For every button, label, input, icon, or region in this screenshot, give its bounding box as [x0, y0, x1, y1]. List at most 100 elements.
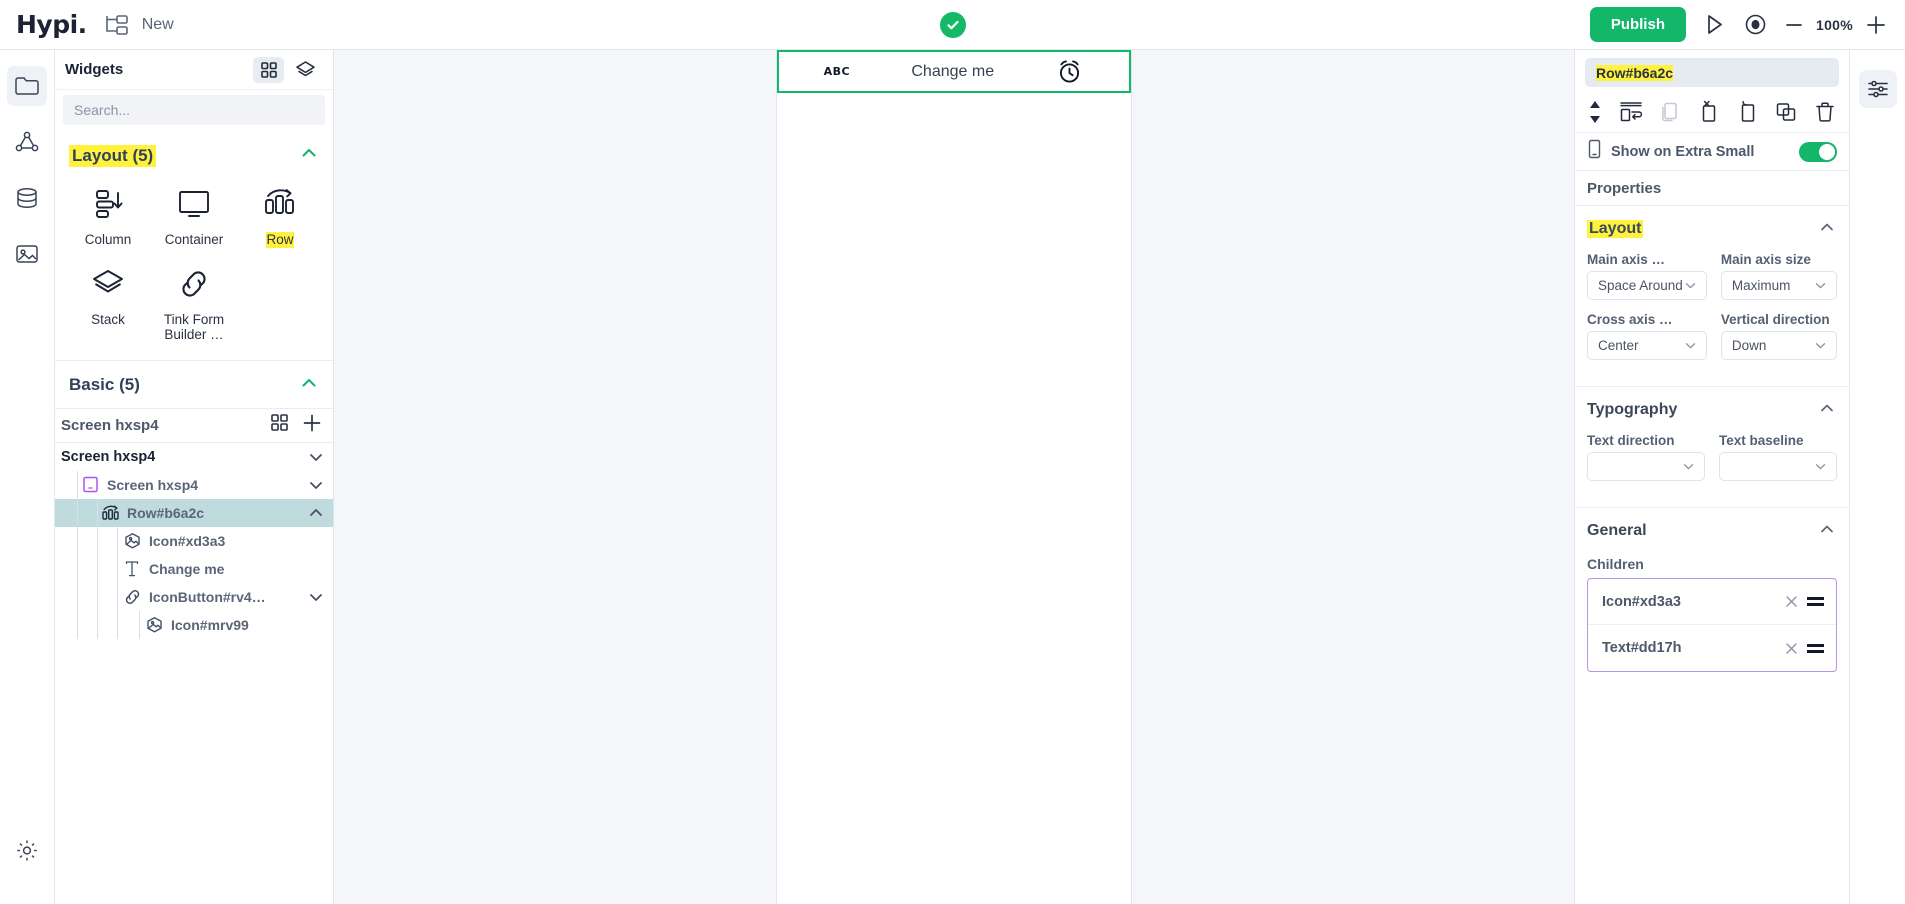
row-layout-icon — [99, 504, 121, 522]
child-row-text[interactable]: Text#dd17h — [1588, 625, 1836, 671]
close-icon[interactable] — [1784, 641, 1799, 656]
widget-item-tink-form-builder[interactable]: Tink Form Builder … — [151, 258, 237, 346]
chevron-down-icon[interactable] — [307, 476, 325, 494]
widget-label-column: Column — [84, 232, 132, 247]
section-header-layout[interactable]: Layout — [1575, 206, 1849, 252]
chevron-up-icon[interactable] — [307, 504, 325, 522]
drag-handle-icon[interactable] — [1807, 597, 1824, 606]
child-row-icon[interactable]: Icon#xd3a3 — [1588, 579, 1836, 625]
tree-node-change-me[interactable]: Change me — [55, 554, 333, 583]
rail-item-folder[interactable] — [7, 66, 47, 106]
vertical-direction-select[interactable]: Down — [1720, 331, 1837, 360]
paste-icon[interactable] — [1736, 100, 1760, 124]
main-body: Widgets Search... Layout (5) Column Cont… — [0, 50, 1905, 904]
duplicate-icon[interactable] — [1774, 100, 1798, 124]
layer-tree-title: Screen hxsp4 — [61, 416, 159, 434]
section-header-general[interactable]: General — [1575, 508, 1849, 554]
move-updown-icon[interactable] — [1587, 98, 1603, 126]
category-header-basic[interactable]: Basic (5) — [55, 361, 333, 408]
select-value: Center — [1598, 338, 1639, 353]
delete-trash-icon[interactable] — [1813, 100, 1837, 124]
chevron-up-icon[interactable] — [299, 143, 319, 168]
brand-logo[interactable]: Hypi. — [16, 10, 87, 39]
canvas-area[interactable]: ABC Change me — [334, 50, 1574, 904]
publish-button[interactable]: Publish — [1589, 7, 1686, 42]
properties-toolbar — [1575, 94, 1849, 133]
chevron-up-icon[interactable] — [299, 373, 319, 398]
grid-view-icon[interactable] — [270, 413, 289, 437]
widget-search-wrapper — [55, 90, 333, 131]
minus-icon[interactable] — [1784, 15, 1804, 35]
project-name[interactable]: New — [142, 16, 174, 34]
rail-bottom-group — [0, 830, 54, 886]
show-on-extra-small-row[interactable]: Show on Extra Small — [1575, 133, 1849, 171]
tree-node-screen[interactable]: Screen hxsp4 — [55, 470, 333, 499]
tree-node-label: IconButton#rv4… — [149, 588, 266, 605]
chevron-down-icon — [1683, 278, 1698, 293]
widgets-panel-header-icons — [253, 56, 321, 83]
plus-icon[interactable] — [1865, 14, 1887, 36]
widget-item-column[interactable]: Column — [65, 178, 151, 251]
field-label: Text direction — [1587, 433, 1675, 448]
selected-widget-name: Row#b6a2c — [1596, 64, 1674, 81]
tree-node-root[interactable]: Screen hxsp4 — [55, 443, 333, 471]
chevron-up-icon[interactable] — [1817, 519, 1837, 544]
top-bar-actions: Publish 100% — [1589, 7, 1887, 42]
chevron-up-icon[interactable] — [1817, 217, 1837, 242]
selected-widget-name-field[interactable]: Row#b6a2c — [1585, 58, 1839, 87]
settings-gear-icon[interactable] — [7, 830, 47, 870]
screen-icon — [79, 476, 101, 493]
chevron-down-icon[interactable] — [307, 588, 325, 606]
alarm-clock-icon[interactable] — [1055, 57, 1084, 86]
tree-node-iconbutton[interactable]: IconButton#rv4… — [55, 582, 333, 611]
section-header-typography[interactable]: Typography — [1575, 387, 1849, 433]
grid-view-icon[interactable] — [253, 56, 284, 83]
link-chain-icon — [121, 588, 143, 606]
device-frame[interactable]: ABC Change me — [776, 50, 1132, 904]
eye-icon[interactable] — [1743, 12, 1768, 37]
drag-handle-icon[interactable] — [1807, 643, 1824, 653]
widget-item-stack[interactable]: Stack — [65, 258, 151, 346]
text-baseline-select[interactable] — [1719, 452, 1837, 481]
image-hex-icon — [121, 532, 143, 550]
rail-item-database[interactable] — [7, 178, 47, 218]
wrap-indent-icon[interactable] — [1618, 99, 1644, 125]
chevron-up-icon[interactable] — [1817, 398, 1837, 423]
tree-node-icon-mrv99[interactable]: Icon#mrv99 — [55, 610, 333, 639]
tree-node-label: Screen hxsp4 — [107, 476, 199, 493]
palette-icon[interactable] — [290, 57, 321, 83]
main-axis-alignment-select[interactable]: Space Around — [1587, 271, 1707, 300]
sitemap-icon[interactable] — [103, 13, 129, 37]
canvas-text-widget[interactable]: Change me — [911, 63, 994, 81]
widget-label-row: Row — [266, 232, 294, 248]
play-icon[interactable] — [1702, 12, 1727, 37]
widget-item-container[interactable]: Container — [151, 178, 237, 251]
widget-item-row[interactable]: Row — [237, 178, 323, 251]
field-label: Cross axis … — [1587, 312, 1673, 327]
tree-node-icon-xd3a3[interactable]: Icon#xd3a3 — [55, 526, 333, 555]
widget-label-container: Container — [164, 232, 224, 247]
rail-item-share-nodes[interactable] — [7, 122, 47, 162]
cut-icon[interactable] — [1697, 100, 1721, 124]
main-axis-size-select[interactable]: Maximum — [1720, 271, 1837, 300]
abc-icon[interactable]: ABC — [824, 65, 850, 78]
sliders-icon[interactable] — [1858, 70, 1897, 108]
layer-tree-section: Screen hxsp4 Screen hxsp4 Screen hxsp4 R… — [55, 409, 333, 904]
column-layout-icon — [90, 183, 126, 225]
chevron-down-icon[interactable] — [307, 448, 325, 466]
canvas-row-widget[interactable]: ABC Change me — [777, 50, 1131, 93]
plus-icon[interactable] — [301, 412, 323, 439]
cross-axis-alignment-select[interactable]: Center — [1587, 331, 1707, 360]
show-on-extra-small-toggle[interactable] — [1799, 141, 1837, 162]
tree-node-row-b6a2c[interactable]: Row#b6a2c — [55, 498, 333, 527]
widgets-panel-header: Widgets — [55, 50, 333, 90]
search-input[interactable] — [63, 95, 325, 125]
category-header-layout[interactable]: Layout (5) — [55, 131, 333, 178]
tree-node-label: Change me — [149, 560, 225, 577]
widgets-panel-title: Widgets — [65, 61, 124, 78]
chevron-down-icon — [1683, 338, 1698, 353]
rail-item-image[interactable] — [7, 234, 47, 274]
text-direction-select[interactable] — [1587, 452, 1705, 481]
close-icon[interactable] — [1784, 594, 1799, 609]
app-root: Hypi. New Publish 100% Widgets Search...… — [0, 0, 1905, 904]
